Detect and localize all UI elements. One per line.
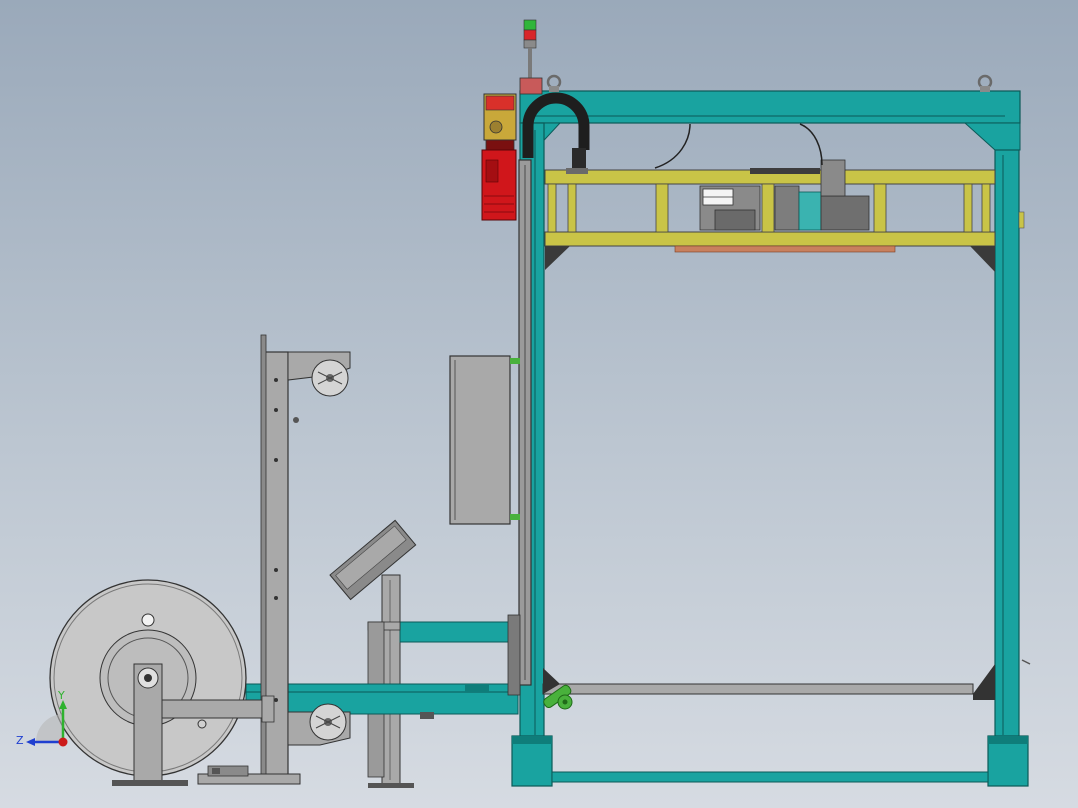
reel-hub-center (144, 674, 152, 682)
triad-y-label: Y (57, 689, 65, 702)
tower-side-bolt (293, 417, 299, 423)
head-cyan-block (798, 191, 822, 231)
reel-arm-mount (261, 695, 275, 723)
carriage-post-6 (963, 183, 973, 233)
tower-bolt-2 (274, 408, 278, 412)
frame-lug-right-lower (1021, 659, 1031, 665)
signal-light-green (523, 19, 537, 31)
control-panel-post (381, 574, 401, 786)
reel-arm-horizontal (161, 699, 263, 719)
motor-terminal-box (485, 159, 499, 183)
bottom-platen (542, 683, 974, 695)
tower-bolt-6 (274, 698, 278, 702)
release-lever-pin (562, 699, 568, 705)
frame-column-right (994, 149, 1020, 741)
carriage-post-7 (981, 183, 991, 233)
head-motor-block (820, 195, 870, 231)
carriage-cable-1 (654, 123, 691, 169)
carriage-post-3 (655, 183, 669, 233)
frame-foot-left-cap (512, 736, 552, 744)
motor-flange (485, 139, 515, 151)
cabinet-hinge-top (510, 358, 520, 364)
conveyor-upper-rail (399, 621, 519, 643)
carriage-hanger-left (545, 246, 570, 270)
electrical-cabinet[interactable] (449, 355, 520, 525)
cad-viewport[interactable]: Y Z (0, 0, 1078, 808)
conveyor-end-block (507, 614, 521, 696)
cabinet-hinge-bottom (510, 514, 520, 520)
cable-chain-end-plate (566, 168, 588, 174)
reel-arm-bolt (197, 719, 207, 729)
reel-hole (141, 613, 155, 627)
cable-chain-end (572, 148, 586, 170)
strap-reel[interactable] (49, 579, 275, 786)
triad-origin (58, 737, 68, 747)
signal-tower-mount (519, 77, 543, 95)
reel-base (112, 780, 188, 786)
cad-scene: Y Z (16, 19, 1031, 788)
carriage-post-4 (761, 183, 775, 233)
triad-z-label: Z (16, 734, 24, 747)
view-triad: Y Z (16, 689, 68, 747)
head-top-block (820, 159, 846, 197)
carriage-post-2 (567, 183, 577, 233)
triad-arc (36, 714, 64, 742)
head-cap (750, 168, 820, 174)
drive-motor[interactable] (481, 93, 517, 221)
lifting-eye-left-base (549, 86, 559, 92)
carriage-wear-strip (674, 245, 896, 253)
control-panel-base (368, 783, 414, 788)
carriage-hanger-right (970, 246, 995, 272)
top-carriage[interactable] (544, 123, 996, 272)
carriage-cable-2 (799, 123, 823, 166)
carriage-post-5 (873, 183, 887, 233)
head-clamp (714, 209, 756, 231)
carriage-lower-rail (544, 231, 996, 247)
tower-bolt-5 (274, 596, 278, 600)
platen-bracket-right (973, 664, 995, 700)
tower-base-bolt (212, 768, 220, 774)
base-rail (551, 771, 989, 783)
signal-light-red (523, 29, 537, 41)
frame-foot-right-cap (988, 736, 1028, 744)
lifting-eye-right-base (980, 86, 990, 92)
conveyor-latch-2 (465, 684, 489, 692)
cabinet-body (449, 355, 511, 525)
control-panel-head (329, 519, 417, 601)
conveyor-latch (420, 712, 434, 719)
signal-tower (519, 19, 543, 95)
signal-light-gray (523, 39, 537, 49)
frame-gusset-right (963, 122, 1021, 151)
frame-top-beam (519, 90, 1021, 124)
tower-bolt-3 (274, 458, 278, 462)
tower-bolt-4 (274, 568, 278, 572)
gearbox-top (485, 95, 515, 111)
triad-z-arrow (26, 738, 35, 746)
carriage-post-1 (547, 183, 557, 233)
tower-bolt-1 (274, 378, 278, 382)
signal-tower-pole (528, 48, 532, 78)
gearbox-shaft (489, 120, 503, 134)
head-block (774, 185, 800, 231)
frame-lug-right-upper (1018, 211, 1025, 229)
